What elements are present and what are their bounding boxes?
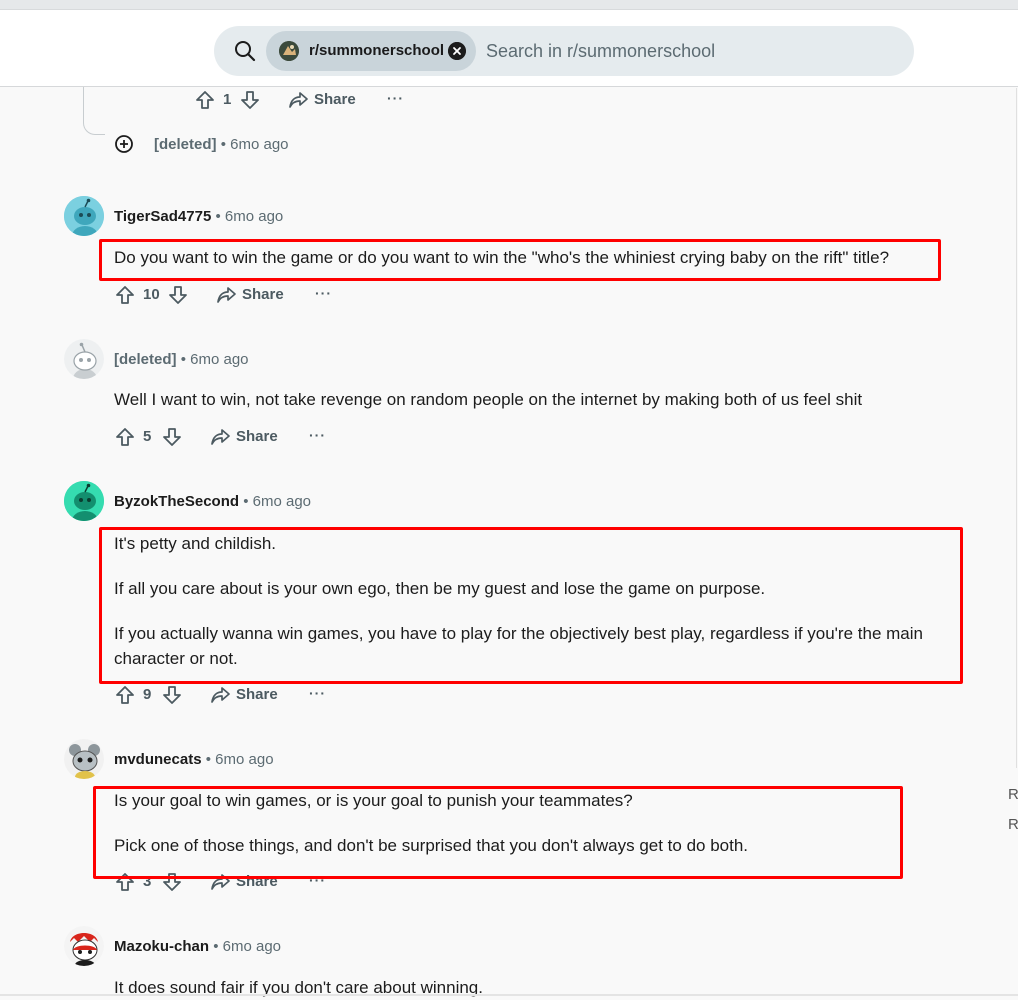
comment-time[interactable]: 6mo ago bbox=[215, 751, 273, 768]
search-input[interactable] bbox=[486, 38, 886, 64]
upvote-icon[interactable] bbox=[114, 684, 136, 706]
site-header: r/summonerschool bbox=[0, 10, 1018, 87]
meta-separator: • bbox=[180, 351, 186, 368]
share-button[interactable]: Share bbox=[314, 91, 356, 108]
comment-time[interactable]: 6mo ago bbox=[223, 938, 281, 955]
meta-separator: • bbox=[220, 136, 226, 153]
close-icon[interactable] bbox=[448, 42, 466, 60]
share-button[interactable]: Share bbox=[242, 286, 284, 303]
share-icon[interactable] bbox=[209, 872, 231, 892]
avatar[interactable] bbox=[64, 739, 104, 779]
comment-time[interactable]: 6mo ago bbox=[190, 351, 248, 368]
comment-meta: ByzokTheSecond • 6mo ago bbox=[114, 493, 311, 510]
comment-paragraph: Is your goal to win games, or is your go… bbox=[114, 791, 633, 810]
share-button[interactable]: Share bbox=[236, 873, 278, 890]
share-icon[interactable] bbox=[209, 427, 231, 447]
comment-actions: 10 Share ··· bbox=[112, 282, 352, 310]
share-icon[interactable] bbox=[287, 90, 309, 110]
downvote-icon[interactable] bbox=[161, 426, 183, 448]
comment-author[interactable]: [deleted] bbox=[154, 136, 217, 153]
comment-body: Well I want to win, not take revenge on … bbox=[114, 387, 974, 412]
comment-paragraph: Well I want to win, not take revenge on … bbox=[114, 390, 863, 409]
avatar[interactable] bbox=[64, 481, 104, 521]
comment-paragraph: If all you care about is your own ego, t… bbox=[114, 579, 766, 598]
comment-author[interactable]: Mazoku-chan bbox=[114, 938, 209, 955]
comment-actions: 1 Share ··· bbox=[192, 87, 432, 115]
comment-actions: 3 Share ··· bbox=[112, 869, 352, 897]
share-icon[interactable] bbox=[209, 685, 231, 705]
more-options-button[interactable]: ··· bbox=[309, 685, 326, 701]
downvote-icon[interactable] bbox=[161, 871, 183, 893]
comment-time[interactable]: 6mo ago bbox=[230, 136, 288, 153]
more-options-button[interactable]: ··· bbox=[315, 285, 332, 301]
share-button[interactable]: Share bbox=[236, 428, 278, 445]
vote-count: 5 bbox=[143, 428, 152, 445]
meta-separator: • bbox=[213, 938, 219, 955]
avatar[interactable] bbox=[64, 339, 104, 379]
vote-count: 1 bbox=[223, 91, 232, 108]
sidebar-text-fragment: R bbox=[1008, 816, 1018, 833]
comment-meta: TigerSad4775 • 6mo ago bbox=[114, 208, 283, 225]
comment-time[interactable]: 6mo ago bbox=[225, 208, 283, 225]
comment-paragraph: Do you want to win the game or do you wa… bbox=[114, 248, 890, 267]
expand-icon[interactable] bbox=[114, 134, 134, 154]
search-bar[interactable]: r/summonerschool bbox=[214, 26, 914, 76]
upvote-icon[interactable] bbox=[114, 871, 136, 893]
vote-count: 9 bbox=[143, 686, 152, 703]
more-options-button[interactable]: ··· bbox=[309, 427, 326, 443]
upvote-icon[interactable] bbox=[114, 426, 136, 448]
comment-paragraph: Pick one of those things, and don't be s… bbox=[114, 836, 749, 855]
meta-separator: • bbox=[243, 493, 249, 510]
subreddit-filter-chip[interactable]: r/summonerschool bbox=[266, 31, 476, 71]
browser-top-strip bbox=[0, 0, 1018, 10]
comment-meta: Mazoku-chan • 6mo ago bbox=[114, 938, 281, 955]
more-options-button[interactable]: ··· bbox=[387, 90, 404, 106]
comment-paragraph: If you actually wanna win games, you hav… bbox=[114, 624, 923, 668]
comment-body: Do you want to win the game or do you wa… bbox=[114, 245, 974, 270]
share-button[interactable]: Share bbox=[236, 686, 278, 703]
subreddit-chip-label: r/summonerschool bbox=[309, 42, 445, 59]
meta-separator: • bbox=[205, 751, 211, 768]
comment-author[interactable]: ByzokTheSecond bbox=[114, 493, 239, 510]
upvote-icon[interactable] bbox=[194, 89, 216, 111]
meta-separator: • bbox=[215, 208, 221, 225]
thread-line bbox=[83, 87, 105, 135]
comment-author[interactable]: mvdunecats bbox=[114, 751, 202, 768]
sidebar-divider bbox=[1016, 88, 1017, 768]
comment-author[interactable]: TigerSad4775 bbox=[114, 208, 211, 225]
downvote-icon[interactable] bbox=[167, 284, 189, 306]
search-icon[interactable] bbox=[234, 40, 256, 62]
comment-actions: 9 Share ··· bbox=[112, 682, 352, 710]
avatar[interactable] bbox=[64, 196, 104, 236]
comment-paragraph: It's petty and childish. bbox=[114, 534, 276, 553]
comment-meta: [deleted] • 6mo ago bbox=[114, 351, 249, 368]
upvote-icon[interactable] bbox=[114, 284, 136, 306]
collapsed-comment-meta: [deleted] • 6mo ago bbox=[154, 136, 289, 153]
share-icon[interactable] bbox=[215, 285, 237, 305]
sidebar-text-fragment: R bbox=[1008, 786, 1018, 803]
avatar[interactable] bbox=[64, 926, 104, 966]
more-options-button[interactable]: ··· bbox=[309, 872, 326, 888]
comment-body: It does sound fair if you don't care abo… bbox=[114, 975, 974, 1000]
comment-body: Is your goal to win games, or is your go… bbox=[114, 788, 974, 858]
vote-count: 10 bbox=[143, 286, 160, 303]
downvote-icon[interactable] bbox=[161, 684, 183, 706]
vote-count: 3 bbox=[143, 873, 152, 890]
comment-actions: 5 Share ··· bbox=[112, 424, 352, 452]
subreddit-avatar bbox=[279, 41, 299, 61]
comment-author[interactable]: [deleted] bbox=[114, 351, 177, 368]
comment-meta: mvdunecats • 6mo ago bbox=[114, 751, 274, 768]
comment-paragraph: It does sound fair if you don't care abo… bbox=[114, 978, 483, 997]
comment-time[interactable]: 6mo ago bbox=[253, 493, 311, 510]
comment-body: It's petty and childish. If all you care… bbox=[114, 531, 954, 671]
downvote-icon[interactable] bbox=[239, 89, 261, 111]
